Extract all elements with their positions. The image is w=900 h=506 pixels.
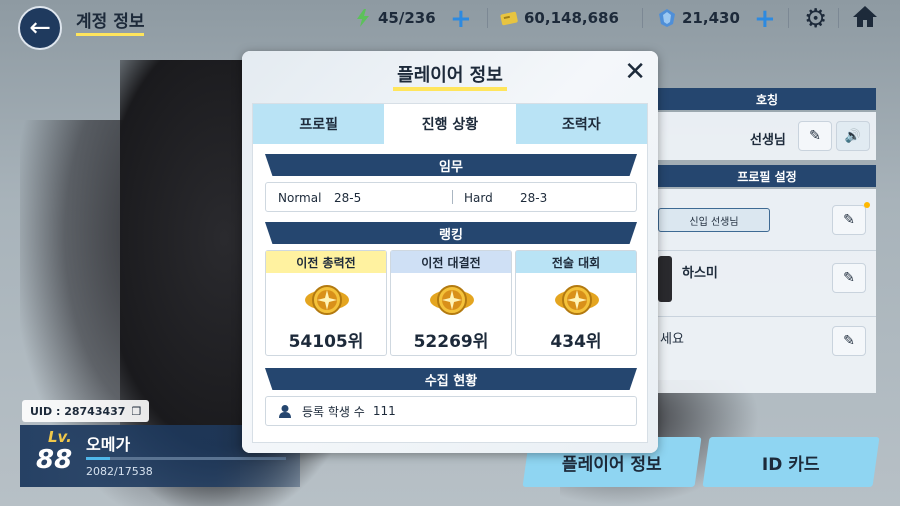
title-chip: 신입 선생님 <box>658 208 770 232</box>
medal-icon <box>305 285 349 315</box>
divider <box>838 8 839 28</box>
rank-value: 434위 <box>550 332 602 352</box>
uid-text: UID : 28743437 <box>30 404 126 418</box>
pencil-icon: ✎ <box>843 270 855 286</box>
ap-plus-button[interactable]: + <box>450 4 472 34</box>
page-title: 계정 정보 <box>76 7 145 36</box>
level-value: 88 <box>36 445 73 475</box>
exp-bar <box>86 457 286 460</box>
credits-counter: 60,148,686 <box>500 7 619 29</box>
speaker-icon: 🔊 <box>844 128 862 144</box>
credit-icon <box>500 9 518 27</box>
collection-header: 수집 현황 <box>265 368 637 390</box>
ap-value: 45/236 <box>378 9 436 27</box>
home-icon[interactable] <box>852 4 878 35</box>
rank-card-label: 이전 대결전 <box>391 251 511 273</box>
hard-label: Hard <box>464 191 493 205</box>
comment-text: 세요 <box>660 332 684 347</box>
modal-title: 플레이어 정보 <box>242 61 658 91</box>
gear-icon[interactable]: ⚙ <box>804 4 827 34</box>
top-bar: ← 계정 정보 45/236 + 60,148,686 21,430 + ⚙ <box>0 0 900 50</box>
edit-comment-button[interactable]: ✎ <box>832 326 866 356</box>
normal-value: 28-5 <box>334 191 362 205</box>
edit-title-button[interactable]: ✎ <box>832 205 866 235</box>
hard-value: 28-3 <box>520 191 548 205</box>
exp-value: 2082/17538 <box>86 465 153 478</box>
mission-row: Normal 28-5 Hard 28-3 <box>265 182 637 212</box>
rank-card-total-assault: 이전 총력전 54105위 <box>265 250 387 356</box>
mission-header: 임무 <box>265 154 637 176</box>
tab-bar: 프로필 진행 상황 조력자 <box>253 104 647 144</box>
voice-button[interactable]: 🔊 <box>836 121 870 151</box>
player-info-modal: 플레이어 정보 ✕ 프로필 진행 상황 조력자 임무 Normal 28-5 H… <box>242 51 658 453</box>
students-value: 111 <box>372 404 396 418</box>
rank-card-label: 이전 총력전 <box>266 251 386 273</box>
pencil-icon: ✎ <box>843 333 855 349</box>
rank-card-label: 전술 대회 <box>516 251 636 273</box>
divider <box>658 250 876 251</box>
rank-value: 54105위 <box>288 332 364 352</box>
students-label: 등록 학생 수 <box>302 404 365 419</box>
modal-content: 프로필 진행 상황 조력자 임무 Normal 28-5 Hard 28-3 랭… <box>252 103 648 443</box>
pyroxene-counter: 21,430 <box>658 7 740 29</box>
pencil-icon: ✎ <box>809 128 821 144</box>
rank-card-tactical-challenge: 전술 대회 434위 <box>515 250 637 356</box>
back-arrow-icon: ← <box>29 13 51 43</box>
uid-badge[interactable]: UID : 28743437 ❐ <box>22 400 150 422</box>
student-thumbnail <box>658 256 672 302</box>
medal-icon <box>555 285 599 315</box>
divider <box>452 190 453 204</box>
ranking-header: 랭킹 <box>265 222 637 244</box>
pencil-icon: ✎ <box>843 212 855 228</box>
tab-supporter[interactable]: 조력자 <box>515 104 647 144</box>
student-icon <box>279 405 291 418</box>
notification-dot <box>864 202 870 208</box>
normal-label: Normal <box>278 191 322 205</box>
collection-row: 등록 학생 수 111 <box>265 396 637 426</box>
modal-title-text: 플레이어 정보 <box>393 65 507 91</box>
level-label: Lv. <box>48 428 72 446</box>
rank-card-joint-firing: 이전 대결전 52269위 <box>390 250 512 356</box>
divider <box>788 8 789 28</box>
exp-bar-fill <box>86 457 110 460</box>
divider <box>487 8 488 28</box>
rank-value: 52269위 <box>413 332 489 352</box>
copy-icon[interactable]: ❐ <box>131 405 141 418</box>
divider <box>642 8 643 28</box>
edit-nickname-button[interactable]: ✎ <box>798 121 832 151</box>
edit-student-button[interactable]: ✎ <box>832 263 866 293</box>
pyroxene-plus-button[interactable]: + <box>754 4 776 34</box>
close-icon[interactable]: ✕ <box>624 57 646 87</box>
back-button[interactable]: ← <box>18 6 62 50</box>
pyroxene-icon <box>658 9 676 27</box>
student-name: 하스미 <box>682 266 718 281</box>
divider <box>658 316 876 317</box>
medal-icon <box>430 285 474 315</box>
profile-settings-header: 프로필 설정 <box>658 165 876 187</box>
tab-profile[interactable]: 프로필 <box>253 104 385 144</box>
tab-progress[interactable]: 진행 상황 <box>384 104 516 144</box>
credits-value: 60,148,686 <box>524 9 619 27</box>
player-name: 오메가 <box>86 435 131 454</box>
nickname-value: 선생님 <box>750 133 786 148</box>
lightning-icon <box>354 9 372 27</box>
id-card-button[interactable]: ID 카드 <box>702 437 880 487</box>
pyroxene-value: 21,430 <box>682 9 740 27</box>
ap-counter: 45/236 <box>354 7 436 29</box>
nickname-header: 호칭 <box>658 88 876 110</box>
